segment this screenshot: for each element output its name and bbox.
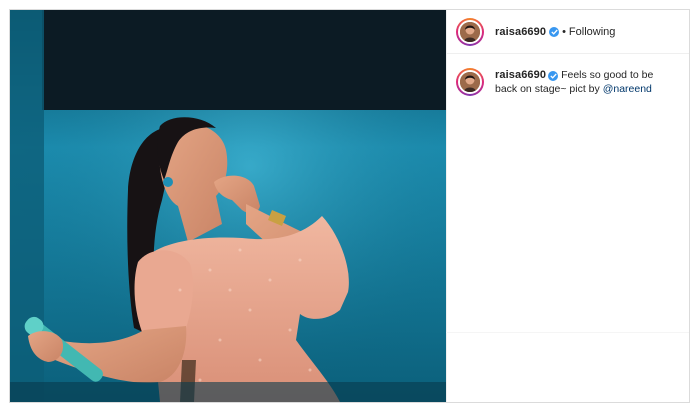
following-button[interactable]: Following	[569, 26, 615, 38]
concert-photo-illustration	[10, 10, 446, 402]
sidebar-divider	[446, 10, 447, 402]
avatar[interactable]	[456, 17, 484, 46]
verified-badge-icon	[548, 71, 559, 81]
instagram-post-card: raisa6690 • Following raisa6690 Feels so…	[9, 9, 690, 403]
caption-text-block: raisa6690 Feels so good to be back on sta…	[495, 68, 665, 96]
comments-divider	[446, 332, 689, 333]
post-header: raisa6690 • Following	[446, 10, 689, 54]
profile-avatar-image	[458, 19, 482, 44]
post-caption: raisa6690 Feels so good to be back on sta…	[446, 54, 689, 96]
caption-username-link[interactable]: raisa6690	[495, 69, 546, 81]
username-link[interactable]: raisa6690	[495, 26, 546, 38]
separator-dot: •	[562, 25, 566, 38]
post-sidebar: raisa6690 • Following raisa6690 Feels so…	[446, 10, 689, 402]
profile-avatar-image	[458, 70, 482, 94]
avatar[interactable]	[456, 68, 484, 96]
post-photo[interactable]	[10, 10, 446, 402]
caption-mention-link[interactable]: @nareend	[603, 83, 652, 95]
verified-badge-icon	[549, 26, 560, 37]
